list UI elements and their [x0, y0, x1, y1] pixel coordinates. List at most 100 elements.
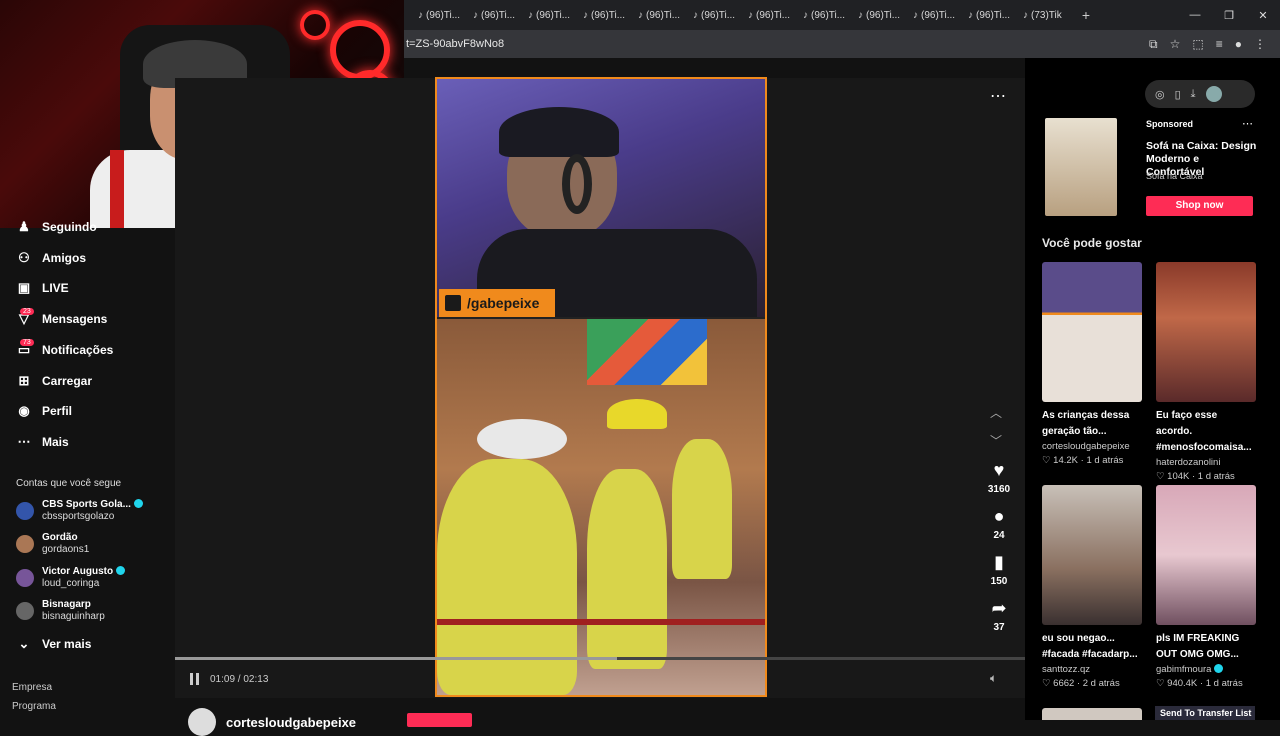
card-author[interactable]: santtozz.qz [1042, 663, 1142, 677]
url-text[interactable]: t=ZS-90abvF8wNo8 [404, 38, 504, 50]
video-progress-fill [175, 657, 617, 660]
browser-tab[interactable]: ♪ (96)Ti... [459, 4, 515, 26]
ad-more-icon[interactable]: ⋯ [1242, 117, 1253, 130]
heart-outline-icon: ♡ [1156, 471, 1168, 482]
author-row[interactable]: cortesloudgabepeixe [188, 708, 356, 736]
video-thumbnail[interactable] [1042, 262, 1142, 402]
share-action[interactable]: ➦ 37 [980, 598, 1018, 633]
nav-item-seguindo[interactable]: ♟ Seguindo [16, 219, 97, 235]
pause-button[interactable] [190, 672, 204, 686]
followed-account[interactable]: CBS Sports Gola... cbssportsgolazo [16, 499, 143, 523]
browser-tab[interactable]: ♪ (96)Ti... [954, 4, 1010, 26]
media-icon[interactable]: ≡ [1216, 37, 1223, 52]
card-author[interactable]: gabimfmoura [1156, 663, 1256, 677]
browser-tab[interactable]: ♪ (96)Ti... [899, 4, 955, 26]
follow-button[interactable] [407, 713, 472, 727]
address-bar[interactable]: t=ZS-90abvF8wNo8 ⧉ ☆ ⬚ ≡ ● ⋮ [404, 30, 1280, 58]
bookmark-star-icon[interactable]: ☆ [1170, 37, 1181, 52]
menu-kebab-icon[interactable]: ⋮ [1254, 37, 1266, 52]
verified-icon [116, 566, 126, 575]
avatar [16, 535, 34, 553]
browser-tab[interactable]: ♪ (96)Ti... [404, 4, 460, 26]
compass-icon[interactable]: ◎ [1155, 88, 1165, 101]
close-button[interactable]: ✕ [1246, 9, 1280, 22]
like-action[interactable]: ♥ 3160 [980, 460, 1018, 495]
browser-tab[interactable]: ♪ (96)Ti... [514, 4, 570, 26]
followed-account[interactable]: Gordão gordaons1 [16, 532, 89, 556]
ad-thumbnail[interactable] [1045, 118, 1117, 216]
browser-toolbar-icons: ⧉ ☆ ⬚ ≡ ● ⋮ [1149, 37, 1280, 52]
card-title[interactable]: Eu faço esse acordo. #menosfocomaisa... [1156, 408, 1256, 456]
cast-icon[interactable]: ⧉ [1149, 37, 1158, 52]
tab-label: (73)Tik [1031, 9, 1062, 21]
nav-item-mais[interactable]: ⋯ Mais [16, 434, 69, 450]
extensions-icon[interactable]: ⬚ [1192, 37, 1203, 52]
wall-art [587, 319, 707, 385]
nav-item-amigos[interactable]: ⚇ Amigos [16, 250, 86, 266]
recommendation-card[interactable]: eu sou negao... #facada #facadarp... sant… [1042, 485, 1142, 691]
browser-tab[interactable]: ♪ (96)Ti... [569, 4, 625, 26]
author-name[interactable]: cortesloudgabepeixe [226, 715, 356, 730]
tiktok-favicon-icon: ♪ [748, 9, 753, 21]
video-player[interactable]: /gabepeixe [435, 77, 767, 697]
comment-icon: ● [993, 506, 1005, 526]
save-action[interactable]: ▮ 150 [980, 552, 1018, 587]
browser-tab[interactable]: ♪ (73)Tik [1009, 4, 1064, 26]
followed-account[interactable]: Victor Augusto loud_coringa [16, 566, 126, 590]
browser-tab-bar: ♪ (96)Ti... ♪ (96)Ti... ♪ (96)Ti... ♪ (96)Ti...… [404, 0, 1280, 30]
tiktok-favicon-icon: ♪ [473, 9, 478, 21]
sponsored-label: Sponsored [1146, 119, 1194, 129]
ad-advertiser[interactable]: Sofá na Caixa [1146, 171, 1203, 181]
avatar [16, 569, 34, 587]
comment-action[interactable]: ● 24 [980, 506, 1018, 541]
new-tab-button[interactable]: + [1076, 7, 1096, 23]
recommendation-card[interactable]: pls IM FREAKING OUT OMG OMG... gabimfmour… [1156, 485, 1256, 691]
account-text: Gordão gordaons1 [42, 532, 89, 556]
browser-tab[interactable]: ♪ (96)Ti... [679, 4, 735, 26]
shop-now-button[interactable]: Shop now [1146, 196, 1253, 216]
browser-tab[interactable]: ♪ (96)Ti... [844, 4, 900, 26]
account-handle: loud_coringa [42, 578, 100, 589]
account-name: Bisnagarp [42, 599, 105, 611]
account-text: Bisnagarp bisnaguinharp [42, 599, 105, 623]
volume-icon[interactable]: 🔈︎ [990, 671, 997, 686]
recommendation-card-partial[interactable] [1042, 708, 1142, 720]
nav-item-carregar[interactable]: ⊞ Carregar [16, 373, 92, 389]
footer-link-program[interactable]: Programa [12, 701, 56, 712]
video-thumbnail[interactable] [1156, 262, 1256, 402]
nav-item-perfil[interactable]: ◉ Perfil [16, 403, 72, 419]
nav-item-live[interactable]: ▣ LIVE [16, 280, 69, 296]
send-to-list-button[interactable]: Send To Transfer List [1155, 706, 1255, 720]
next-video-icon[interactable]: ﹀ [990, 432, 1002, 449]
phone-icon[interactable]: ▯ [1175, 88, 1181, 101]
more-options-icon[interactable]: ⋯ [990, 86, 1007, 106]
previous-video-icon[interactable]: ︿ [990, 404, 1002, 421]
video-thumbnail[interactable] [1156, 485, 1256, 625]
profile-avatar-icon[interactable]: ● [1235, 37, 1242, 52]
browser-tab[interactable]: ♪ (96)Ti... [624, 4, 680, 26]
card-title[interactable]: As crianças dessa geração tão... [1042, 408, 1142, 440]
see-more-button[interactable]: ⌄ Ver mais [16, 636, 92, 652]
footer-link-company[interactable]: Empresa [12, 682, 52, 693]
minimize-button[interactable]: — [1178, 9, 1212, 22]
user-avatar[interactable] [1205, 86, 1222, 102]
browser-tab[interactable]: ♪ (96)Ti... [734, 4, 790, 26]
tiktok-favicon-icon: ♪ [913, 9, 918, 21]
twitch-handle-overlay: /gabepeixe [439, 289, 555, 317]
followed-account[interactable]: Bisnagarp bisnaguinharp [16, 599, 105, 623]
recommendation-card[interactable]: Eu faço esse acordo. #menosfocomaisa... h… [1156, 262, 1256, 484]
nav-item-label: Notificações [42, 343, 114, 357]
maximize-button[interactable]: ❐ [1212, 9, 1246, 22]
card-author[interactable]: haterdozanolini [1156, 456, 1256, 470]
recommendation-card[interactable]: As crianças dessa geração tão... corteslo… [1042, 262, 1142, 468]
author-avatar[interactable] [188, 708, 216, 736]
download-icon[interactable]: ⤓ [1191, 88, 1196, 101]
video-thumbnail[interactable] [1042, 485, 1142, 625]
card-author[interactable]: cortesloudgabepeixe [1042, 440, 1142, 454]
browser-tab[interactable]: ♪ (96)Ti... [789, 4, 846, 26]
tab-label: (96)Ti... [811, 9, 846, 21]
card-title[interactable]: pls IM FREAKING OUT OMG OMG... [1156, 631, 1256, 663]
card-age: 1 d atrás [1197, 471, 1235, 482]
card-title[interactable]: eu sou negao... #facada #facadarp... [1042, 631, 1142, 663]
card-age: 1 d atrás [1086, 455, 1124, 466]
